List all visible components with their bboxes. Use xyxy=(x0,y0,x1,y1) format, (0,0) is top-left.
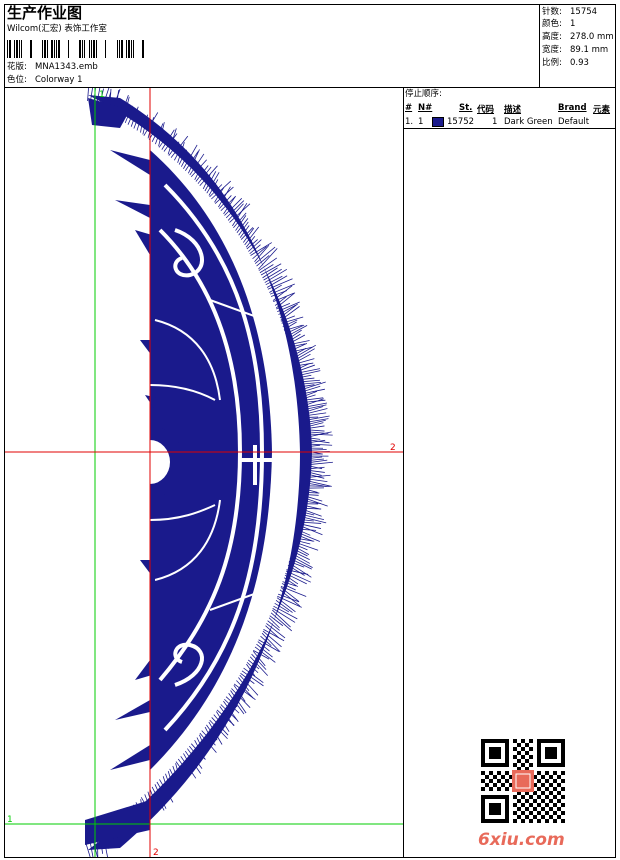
embroidery-design xyxy=(5,88,403,857)
guide-label-h2: 2 xyxy=(390,443,396,453)
watermark-text: 6xiu.com xyxy=(478,830,565,850)
guide-label-v1: 1 xyxy=(99,90,105,100)
qr-code xyxy=(480,738,566,824)
guide-label-v2: 2 xyxy=(153,848,159,858)
guide-label-h1: 1 xyxy=(7,815,13,825)
